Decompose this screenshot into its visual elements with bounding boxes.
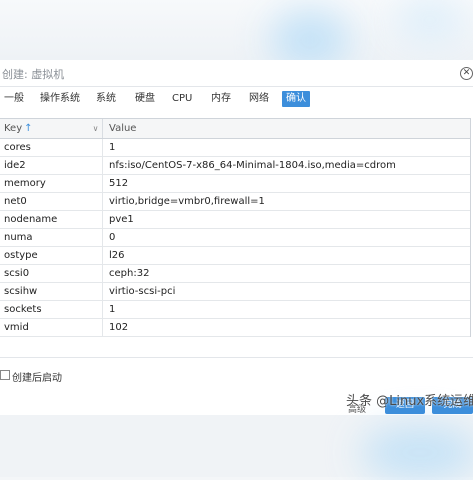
background-blur [395,0,465,40]
row-key: net0 [4,196,27,207]
column-separator [102,211,103,228]
row-value: 512 [109,178,129,189]
row-value: 1 [109,142,116,153]
row-key: scsi0 [4,268,30,279]
column-separator [102,265,103,282]
row-key: sockets [4,304,42,315]
summary-grid: Key ↑ ∨ Value cores 1 ide2 nfs:iso/CentOS-7-… [0,118,471,337]
wizard-tabs: 一般 操作系统 系统 硬盘 CPU 内存 网络 确认 [0,87,473,109]
create-vm-dialog: 创建: 虚拟机 ✕ 一般 操作系统 系统 硬盘 CPU 内存 网络 确认 Key… [0,60,473,415]
table-row[interactable]: memory 512 [0,175,470,193]
background-blur [360,425,473,480]
column-header-key[interactable]: Key ↑ [4,123,33,134]
row-key: memory [4,178,46,189]
column-separator [102,319,103,336]
grid-header: Key ↑ ∨ Value [0,119,470,139]
tab-os[interactable]: 操作系统 [36,91,84,107]
watermark: 头条 @Linux系统运维 [346,394,473,409]
row-key: ide2 [4,160,26,171]
row-key: ostype [4,250,38,261]
column-separator [102,175,103,192]
row-value: pve1 [109,214,134,225]
table-row[interactable]: ide2 nfs:iso/CentOS-7-x86_64-Minimal-1804… [0,157,470,175]
column-separator [102,139,103,156]
row-value: 0 [109,232,116,243]
table-row[interactable]: numa 0 [0,229,470,247]
divider [0,357,473,358]
column-menu-icon[interactable]: ∨ [89,119,103,138]
column-header-value[interactable]: Value [109,123,136,134]
column-separator [102,193,103,210]
row-key: vmid [4,322,29,333]
row-value: 102 [109,322,129,333]
table-row[interactable]: scsi0 ceph:32 [0,265,470,283]
tab-memory[interactable]: 内存 [207,91,235,107]
autostart-label: 创建后启动 [12,373,62,384]
dialog-title: 创建: 虚拟机 [2,68,65,81]
column-separator [102,283,103,300]
table-row[interactable]: nodename pve1 [0,211,470,229]
tab-confirm[interactable]: 确认 [282,91,310,107]
column-separator [102,157,103,174]
table-row[interactable]: vmid 102 [0,319,470,337]
row-key: numa [4,232,33,243]
row-value: 1 [109,304,116,315]
tab-hard-disk[interactable]: 硬盘 [131,91,159,107]
table-row[interactable]: scsihw virtio-scsi-pci [0,283,470,301]
column-separator [102,301,103,318]
tab-system[interactable]: 系统 [92,91,120,107]
close-icon[interactable]: ✕ [460,67,473,80]
table-row[interactable]: ostype l26 [0,247,470,265]
row-key: nodename [4,214,58,225]
row-value: nfs:iso/CentOS-7-x86_64-Minimal-1804.iso… [109,160,396,171]
row-value: virtio,bridge=vmbr0,firewall=1 [109,196,265,207]
autostart-checkbox[interactable] [0,370,10,380]
table-row[interactable]: net0 virtio,bridge=vmbr0,firewall=1 [0,193,470,211]
row-key: cores [4,142,31,153]
tab-network[interactable]: 网络 [245,91,273,107]
dialog-title-bar: 创建: 虚拟机 ✕ [0,60,473,87]
tab-cpu[interactable]: CPU [168,91,196,107]
sort-asc-icon: ↑ [24,123,33,134]
row-value: ceph:32 [109,268,150,279]
tab-general[interactable]: 一般 [0,91,28,107]
column-separator [102,247,103,264]
table-row[interactable]: cores 1 [0,139,470,157]
column-separator [102,229,103,246]
row-key: scsihw [4,286,38,297]
row-value: virtio-scsi-pci [109,286,176,297]
row-value: l26 [109,250,125,261]
table-row[interactable]: sockets 1 [0,301,470,319]
